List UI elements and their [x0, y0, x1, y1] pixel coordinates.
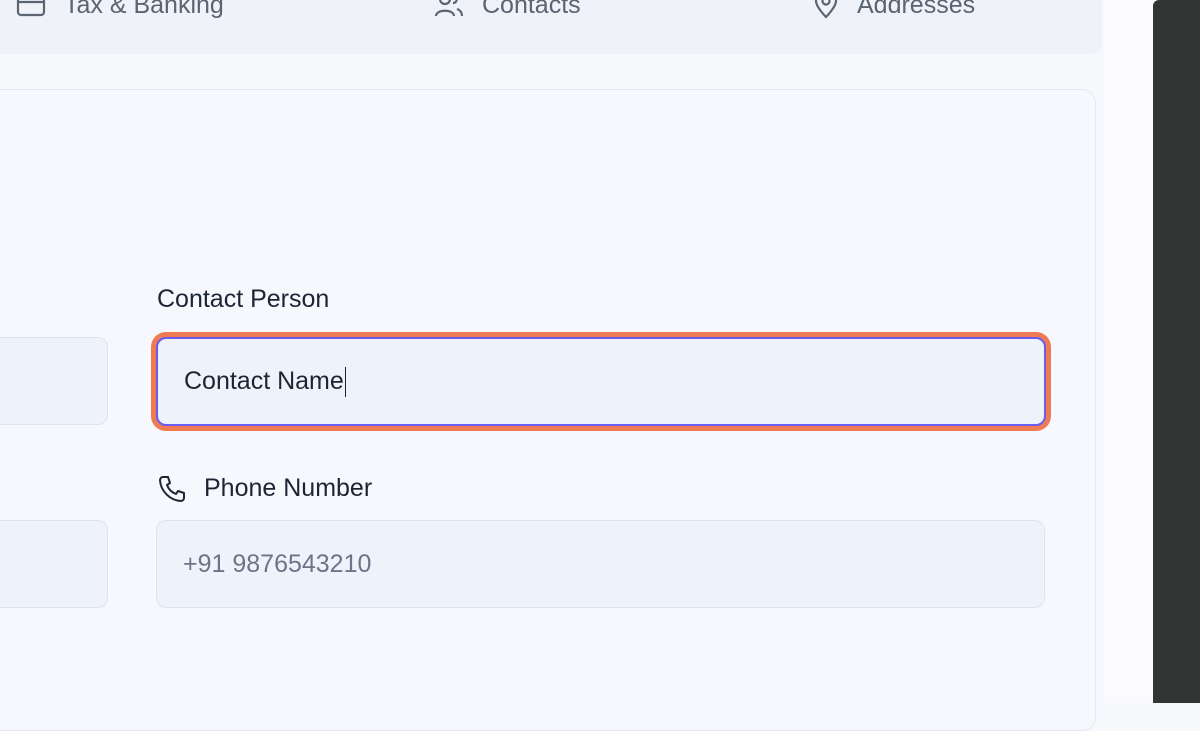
tab-addresses-label: Addresses [857, 0, 976, 19]
card-icon [16, 0, 46, 17]
tab-tax-banking[interactable]: Tax & Banking [16, 0, 224, 19]
tab-tax-banking-label: Tax & Banking [64, 0, 224, 19]
text-caret [344, 366, 347, 397]
page-background: Tax & Banking Contacts Addresses Contact… [0, 0, 1200, 731]
phone-number-placeholder: +91 9876543210 [183, 549, 372, 578]
phone-number-input[interactable]: +91 9876543210 [156, 520, 1045, 608]
contact-person-value: Contact Name [184, 367, 344, 395]
tab-addresses[interactable]: Addresses [813, 0, 975, 19]
left-input-1[interactable] [0, 337, 108, 425]
contact-person-input[interactable]: Contact Name [156, 337, 1046, 426]
window-edge [1153, 0, 1200, 703]
phone-icon [159, 476, 185, 502]
tab-contacts-label: Contacts [482, 0, 581, 19]
right-gutter [1104, 0, 1154, 703]
phone-number-label: Phone Number [204, 474, 373, 502]
tab-contacts[interactable]: Contacts [434, 0, 581, 19]
users-icon [434, 0, 464, 17]
contact-person-label: Contact Person [157, 285, 330, 313]
map-pin-icon [814, 0, 838, 19]
left-input-2[interactable] [0, 520, 108, 608]
